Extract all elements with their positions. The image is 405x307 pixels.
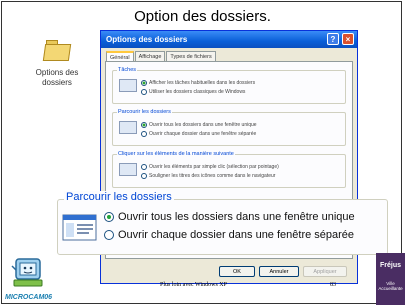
zoom-group-title: Parcourir les dossiers	[64, 191, 174, 203]
group-tasks-title: Tâches	[117, 67, 138, 73]
close-button[interactable]: ×	[342, 33, 354, 45]
folder-icon	[42, 40, 72, 61]
logo-title: Fréjus	[379, 262, 401, 269]
group-click: Cliquer sur les éléments de la manière s…	[112, 151, 346, 188]
cancel-button[interactable]: Annuler	[259, 266, 299, 277]
group-browse-title: Parcourir les dossiers	[117, 109, 172, 115]
group-tasks: Tâches Afficher les tâches habituelles d…	[112, 67, 346, 104]
tab-general[interactable]: Général	[106, 51, 134, 61]
slide-footer: Plus loin avec Windows XP	[160, 282, 227, 288]
browse-preview-image	[119, 121, 137, 134]
zoomed-browse-group: Parcourir les dossiers Ouvrir tous les d…	[57, 191, 388, 255]
radio-off-icon	[141, 131, 147, 137]
apply-button[interactable]: Appliquer	[303, 266, 347, 277]
radio-selected-icon	[104, 212, 114, 222]
page-number: 83	[330, 282, 336, 288]
desktop-icon-label: Options des dossiers	[35, 68, 79, 87]
slide-title: Option des dossiers.	[134, 8, 271, 25]
dialog-titlebar: Options des dossiers ? ×	[101, 31, 357, 48]
tab-file-types[interactable]: Types de fichiers	[166, 51, 216, 61]
frejus-logo: Fréjus Ville Accueillante	[376, 253, 405, 305]
dialog-title: Options des dossiers	[106, 35, 188, 44]
radio-off-icon	[141, 164, 147, 170]
logo-subtitle: Ville Accueillante	[378, 281, 403, 291]
radio-off-icon	[141, 89, 147, 95]
zoom-option-same-window[interactable]: Ouvrir tous les dossiers dans une fenêtr…	[104, 211, 355, 223]
option-classic-folders[interactable]: Utiliser les dossiers classiques de Wind…	[141, 89, 245, 95]
radio-on-icon	[141, 80, 147, 86]
window-preview-icon	[62, 214, 97, 241]
group-browse: Parcourir les dossiers Ouvrir tous les d…	[112, 109, 346, 146]
desktop-icon-folder-options[interactable]: Options des dossiers	[22, 38, 92, 88]
option-same-window[interactable]: Ouvrir tous les dossiers dans une fenêtr…	[141, 122, 257, 128]
option-show-tasks[interactable]: Afficher les tâches habituelles dans les…	[141, 80, 255, 86]
radio-off-icon	[141, 173, 147, 179]
tab-display[interactable]: Affichage	[134, 51, 166, 61]
zoom-option-separate-window[interactable]: Ouvrir chaque dossier dans une fenêtre s…	[104, 229, 354, 241]
option-underline-titles[interactable]: Souligner les titres des icônes comme da…	[141, 173, 275, 179]
click-preview-image	[119, 163, 137, 176]
dialog-tabs: Général Affichage Types de fichiers	[106, 51, 217, 61]
ok-button[interactable]: OK	[219, 266, 255, 277]
option-separate-window[interactable]: Ouvrir chaque dossier dans une fenêtre s…	[141, 131, 256, 137]
radio-on-icon	[141, 122, 147, 128]
radio-unselected-icon	[104, 230, 114, 240]
group-click-title: Cliquer sur les éléments de la manière s…	[117, 151, 235, 157]
tasks-preview-image	[119, 79, 137, 92]
option-single-click[interactable]: Ouvrir les éléments par simple clic (sél…	[141, 164, 279, 170]
computer-mascot-icon	[11, 258, 43, 287]
help-button[interactable]: ?	[327, 33, 339, 45]
brand-label: MICROCAM06	[5, 294, 53, 301]
